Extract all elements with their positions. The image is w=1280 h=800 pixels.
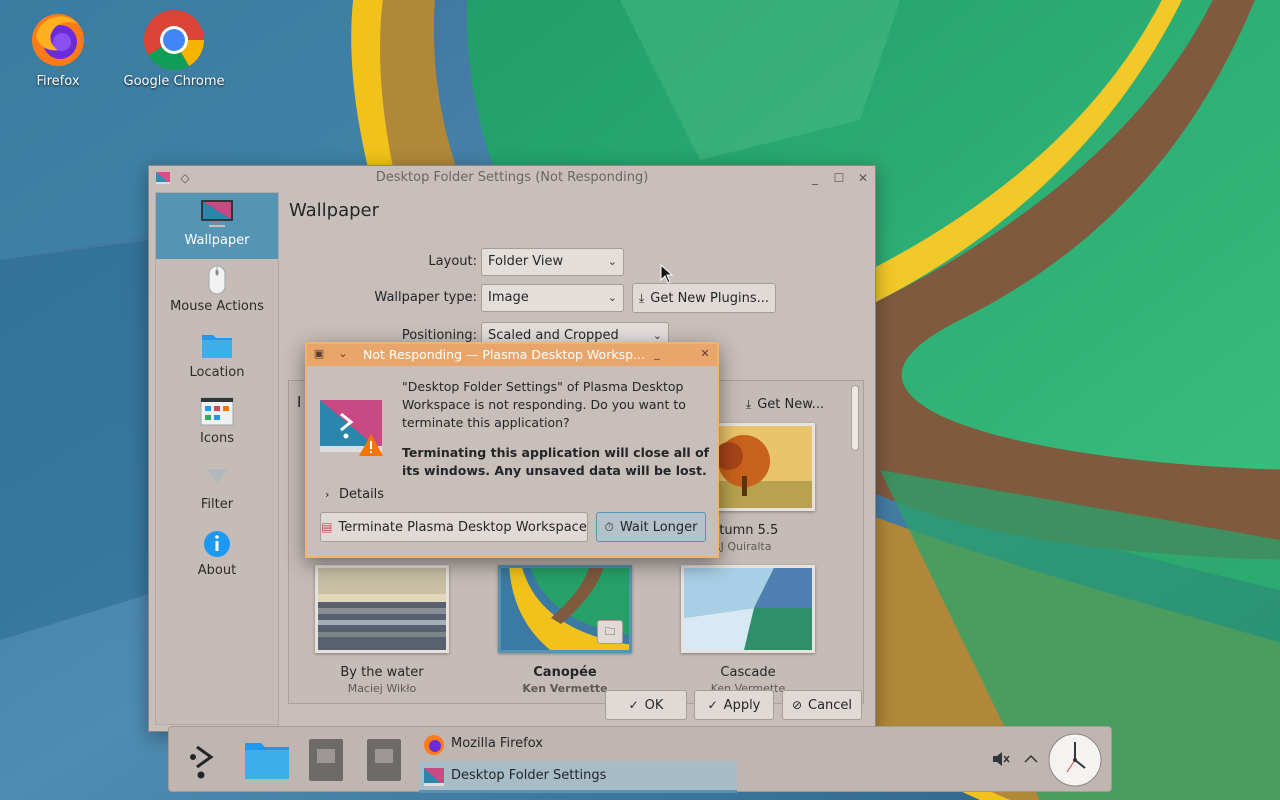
close-button[interactable]: ✕ [855, 170, 871, 186]
ok-button[interactable]: ✓ OK [605, 690, 687, 720]
partial-label: I [297, 393, 302, 411]
sidebar-item-filter[interactable]: Filter [156, 457, 278, 523]
wait-longer-button[interactable]: ⏱ Wait Longer [596, 512, 706, 542]
sidebar-item-mouse-actions[interactable]: Mouse Actions [156, 259, 278, 325]
warning-app-icon [319, 398, 385, 458]
maximize-button[interactable]: ☐ [831, 170, 847, 186]
dialog-warning: Terminating this application will close … [402, 445, 710, 478]
chevron-right-icon: › [325, 488, 330, 501]
desktop-icon-chrome[interactable]: Google Chrome [119, 6, 229, 89]
wallpaper-thumb-canopee[interactable]: 🗀 Canopée Ken Vermette [498, 565, 632, 695]
app-launcher-icon[interactable] [185, 741, 225, 781]
wallpaper-type-combobox[interactable]: Image ⌄ [481, 284, 624, 312]
dialog-message: "Desktop Folder Settings" of Plasma Desk… [402, 379, 686, 430]
task-firefox[interactable]: Mozilla Firefox [419, 729, 737, 761]
window-titlebar[interactable]: ◇ Desktop Folder Settings (Not Respondin… [149, 166, 875, 190]
app-menu-icon[interactable] [155, 170, 171, 186]
wallpaper-preview [315, 565, 449, 653]
wallpaper-thumb-by-the-water[interactable]: By the water Maciej Wikło [315, 565, 449, 695]
terminate-button[interactable]: ▤ Terminate Plasma Desktop Workspace [320, 512, 588, 542]
settings-icon [423, 766, 445, 788]
sidebar-item-label: Location [189, 365, 245, 380]
download-icon: ⤓ [745, 397, 752, 411]
volume-muted-icon[interactable] [991, 749, 1011, 769]
analog-clock-icon[interactable] [1047, 732, 1103, 788]
folder-icon [200, 331, 234, 361]
details-expander[interactable]: › Details [325, 487, 384, 502]
settings-sidebar: Wallpaper Mouse Actions Location Icons F… [155, 192, 279, 725]
sidebar-item-label: Wallpaper [184, 233, 250, 248]
terminate-icon: ▤ [321, 520, 333, 534]
task-desktop-folder-settings[interactable]: Desktop Folder Settings [419, 761, 737, 793]
wallpaper-type-label: Wallpaper type: [374, 290, 477, 305]
info-icon [200, 529, 234, 559]
wallpaper-preview: 🗀 [498, 565, 632, 653]
dialog-title: Not Responding — Plasma Desktop Worksp..… [363, 347, 645, 362]
wallpaper-name: Cascade [720, 665, 776, 680]
window-thumbnail-icon[interactable] [307, 737, 345, 783]
wallpaper-name: By the water [340, 665, 424, 680]
wallpaper-type-value: Image [488, 290, 529, 305]
chevron-up-icon[interactable] [1021, 749, 1041, 769]
firefox-icon [26, 6, 90, 70]
dialog-titlebar[interactable]: ▣ ⌄ Not Responding — Plasma Desktop Work… [307, 344, 717, 366]
sidebar-item-label: Filter [200, 497, 234, 512]
icons-grid-icon [200, 397, 234, 427]
sidebar-item-icons[interactable]: Icons [156, 391, 278, 457]
wallpaper-author: Maciej Wikło [347, 682, 417, 695]
cancel-icon: ⊘ [791, 698, 802, 712]
dialog-app-icon[interactable]: ▣ [311, 346, 327, 362]
sidebar-item-label: Icons [200, 431, 234, 446]
keep-above-icon[interactable]: ⌄ [335, 346, 351, 362]
mouse-icon [200, 265, 234, 295]
chrome-icon [142, 6, 206, 71]
folder-icon[interactable] [243, 737, 291, 783]
desktop-icon-label: Firefox [36, 74, 80, 89]
scrollbar[interactable] [851, 385, 859, 451]
minimize-button[interactable]: _ [807, 170, 823, 186]
sidebar-item-about[interactable]: About [156, 523, 278, 589]
layout-value: Folder View [488, 254, 564, 269]
taskbar-panel: Mozilla Firefox Desktop Folder Settings [168, 726, 1112, 793]
sidebar-item-label: About [197, 563, 237, 578]
timer-icon: ⏱ [604, 520, 614, 534]
chevron-down-icon: ⌄ [607, 255, 617, 268]
sidebar-item-wallpaper[interactable]: Wallpaper [156, 193, 278, 259]
wallpaper-name: Canopée [533, 665, 597, 680]
checkmark-icon: ✓ [707, 698, 718, 712]
open-folder-icon[interactable]: 🗀 [597, 620, 623, 644]
sidebar-item-location[interactable]: Location [156, 325, 278, 391]
download-icon: ⤓ [638, 291, 645, 305]
monitor-icon [200, 199, 234, 229]
not-responding-dialog: ▣ ⌄ Not Responding — Plasma Desktop Work… [305, 342, 719, 558]
window-thumbnail-icon[interactable] [365, 737, 403, 783]
cancel-button[interactable]: ⊘ Cancel [782, 690, 862, 720]
minimize-button[interactable]: _ [649, 346, 665, 362]
layout-label: Layout: [428, 254, 477, 269]
get-new-wallpapers-button[interactable]: ⤓ Get New... [735, 389, 835, 419]
keep-above-icon[interactable]: ◇ [177, 170, 193, 186]
positioning-value: Scaled and Cropped [488, 328, 619, 343]
checkmark-icon: ✓ [628, 698, 639, 712]
desktop-icon-firefox[interactable]: Firefox [3, 6, 113, 89]
page-title: Wallpaper [289, 200, 380, 221]
sidebar-item-label: Mouse Actions [170, 299, 264, 314]
firefox-icon [423, 734, 445, 756]
apply-button[interactable]: ✓ Apply [694, 690, 774, 720]
chevron-down-icon: ⌄ [607, 291, 617, 304]
close-button[interactable]: ✕ [697, 346, 713, 362]
wallpaper-thumb-cascade[interactable]: Cascade Ken Vermette [681, 565, 815, 695]
filter-icon [200, 463, 234, 493]
desktop-icon-label: Google Chrome [123, 74, 225, 89]
window-title: Desktop Folder Settings (Not Responding) [375, 170, 649, 185]
wallpaper-preview [681, 565, 815, 653]
get-new-plugins-button[interactable]: ⤓ Get New Plugins... [632, 283, 776, 313]
layout-combobox[interactable]: Folder View ⌄ [481, 248, 624, 276]
